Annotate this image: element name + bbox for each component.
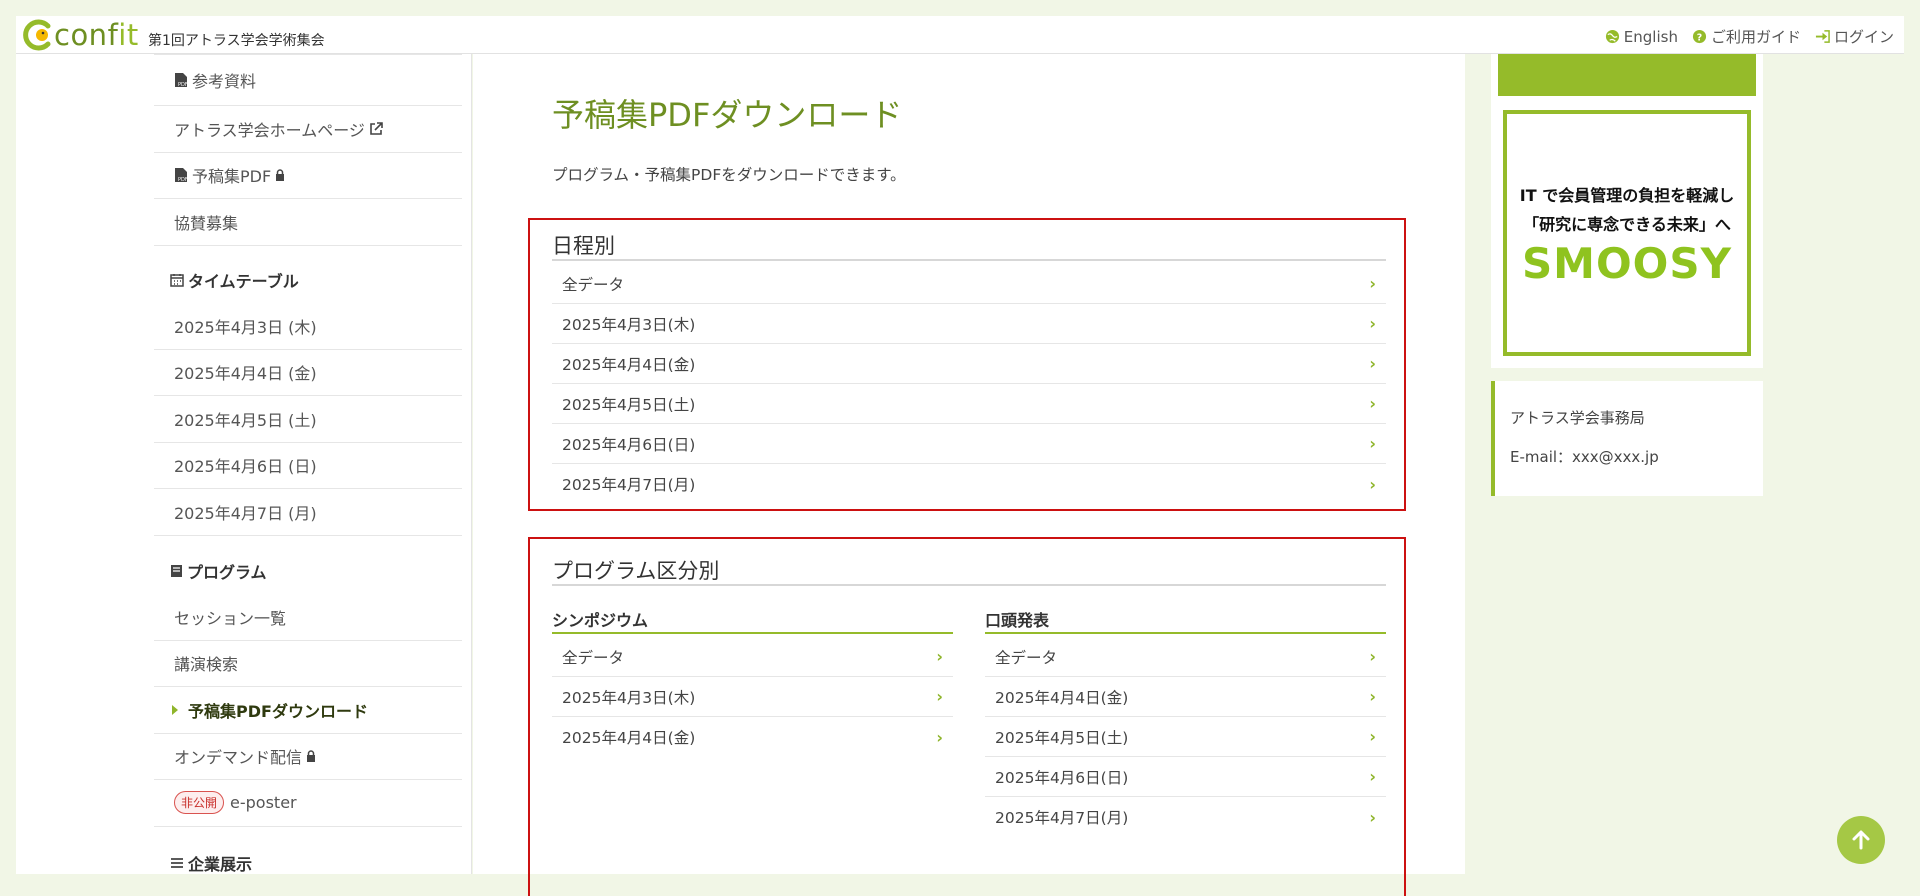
chevron-right-icon: › xyxy=(1369,727,1376,746)
chevron-right-icon: › xyxy=(1369,647,1376,666)
oral-row-0404[interactable]: 2025年4月4日(金) › xyxy=(985,677,1386,717)
oral-rule xyxy=(985,632,1386,634)
chevron-right-icon: › xyxy=(1369,807,1376,827)
timetable-list: 2025年4月3日 (木) 2025年4月4日 (金) 2025年4月5日 (土… xyxy=(154,303,462,536)
oral-row-0407[interactable]: 2025年4月7日(月) › xyxy=(985,797,1386,837)
date-row-0405[interactable]: 2025年4月5日(土) › xyxy=(552,384,1386,424)
lock-icon xyxy=(307,750,316,763)
banner-line-1: IT で会員管理の負担を軽減し xyxy=(1519,186,1735,205)
top-header: confit 第1回アトラス学会学術集会 English ? ご利用ガイド ログ… xyxy=(16,16,1904,54)
login-link[interactable]: ログイン xyxy=(1815,26,1894,47)
event-title: 第1回アトラス学会学術集会 xyxy=(148,33,325,49)
by-program-rule xyxy=(552,584,1386,586)
lock-icon xyxy=(276,169,285,182)
oral-row-all[interactable]: 全データ › xyxy=(985,637,1386,677)
program-list: セッション一覧 講演検索 予稿集PDFダウンロード オンデマンド配信 非公開 e… xyxy=(154,594,462,827)
back-to-top-button[interactable] xyxy=(1837,816,1885,864)
sidebar-item-date-0405[interactable]: 2025年4月5日 (土) xyxy=(154,396,462,443)
banner-frame: IT で会員管理の負担を軽減し 「研究に専念できる未来」へ SMOOSY xyxy=(1503,110,1751,356)
symposium-title: シンポジウム xyxy=(552,611,649,630)
by-date-rule xyxy=(552,259,1386,261)
calendar-icon xyxy=(170,274,184,287)
book-icon xyxy=(171,565,182,577)
sidebar-item-search[interactable]: 講演検索 xyxy=(154,641,462,687)
contact-email[interactable]: E-mail：xxx@xxx.jp xyxy=(1510,446,1659,467)
svg-text:PDF: PDF xyxy=(178,82,188,88)
confit-logo[interactable]: confit xyxy=(20,18,139,52)
page-title: 予稿集PDFダウンロード xyxy=(552,96,903,134)
sidebar-item-on-demand[interactable]: オンデマンド配信 xyxy=(154,734,462,780)
chevron-right-icon: › xyxy=(1369,687,1376,706)
exhibit-heading[interactable]: 企業展示 xyxy=(170,851,252,875)
external-link-icon xyxy=(370,121,383,135)
contact-org: アトラス学会事務局 xyxy=(1510,409,1645,427)
sidebar-item-homepage[interactable]: アトラス学会ホームページ xyxy=(154,106,462,153)
date-row-0404[interactable]: 2025年4月4日(金) › xyxy=(552,344,1386,384)
arrow-up-icon xyxy=(1852,830,1870,850)
globe-icon xyxy=(1605,29,1619,44)
svg-text:?: ? xyxy=(1697,32,1702,43)
chevron-right-icon: › xyxy=(1369,434,1376,453)
sidebar-item-sponsorship[interactable]: 協賛募集 xyxy=(154,199,462,246)
chevron-right-icon: › xyxy=(936,727,943,747)
by-program-title: プログラム区分別 xyxy=(552,559,720,583)
date-row-0403[interactable]: 2025年4月3日(木) › xyxy=(552,304,1386,344)
banner-line-2: 「研究に専念できる未来」へ xyxy=(1523,215,1731,234)
help-icon: ? xyxy=(1692,29,1707,43)
by-program-section: プログラム区分別 シンポジウム 全データ › 2025年4月3日(木) › 2025… xyxy=(528,537,1406,896)
sponsor-banner[interactable]: IT で会員管理の負担を軽減し 「研究に専念できる未来」へ SMOOSY xyxy=(1491,54,1763,368)
intro-text: プログラム・予稿集PDFをダウンロードできます。 xyxy=(552,166,906,184)
chevron-right-icon: › xyxy=(1369,394,1376,413)
sidebar-item-e-poster[interactable]: 非公開 e-poster xyxy=(154,780,462,827)
symposium-row-0404[interactable]: 2025年4月4日(金) › xyxy=(552,717,953,757)
main-content: 予稿集PDFダウンロード プログラム・予稿集PDFをダウンロードできます。 日程… xyxy=(473,54,1465,896)
pdf-icon: PDF xyxy=(175,73,188,88)
program-heading: プログラム xyxy=(170,559,267,583)
english-link[interactable]: English xyxy=(1605,26,1678,47)
header-links: English ? ご利用ガイド ログイン xyxy=(1605,26,1894,47)
sidebar-top-list: PDF 参考資料 アトラス学会ホームページ PDF 予稿集PDF 協賛募集 xyxy=(154,54,462,246)
sidebar-item-pdf-download[interactable]: 予稿集PDFダウンロード xyxy=(154,687,462,734)
date-row-all[interactable]: 全データ › xyxy=(552,264,1386,304)
pdf-icon: PDF xyxy=(175,168,188,183)
chevron-right-icon: › xyxy=(1369,767,1376,786)
sidebar-item-date-0403[interactable]: 2025年4月3日 (木) xyxy=(154,303,462,350)
smoosy-logo: SMOOSY xyxy=(1521,238,1733,288)
sidebar-item-date-0407[interactable]: 2025年4月7日 (月) xyxy=(154,489,462,536)
banner-top-bar xyxy=(1498,54,1756,96)
sidebar-item-reference[interactable]: PDF 参考資料 xyxy=(154,55,462,106)
oral-row-0406[interactable]: 2025年4月6日(日) › xyxy=(985,757,1386,797)
oral-row-0405[interactable]: 2025年4月5日(土) › xyxy=(985,717,1386,757)
chevron-right-icon: › xyxy=(936,647,943,666)
by-date-title: 日程別 xyxy=(552,234,615,258)
by-date-section: 日程別 全データ › 2025年4月3日(木) › 2025年4月4日(金) › 20… xyxy=(528,218,1406,511)
date-row-0407[interactable]: 2025年4月7日(月) › xyxy=(552,464,1386,504)
symposium-row-0403[interactable]: 2025年4月3日(木) › xyxy=(552,677,953,717)
sidebar-item-proceedings-pdf[interactable]: PDF 予稿集PDF xyxy=(154,153,462,199)
oral-title: 口頭発表 xyxy=(985,611,1050,630)
symposium-rule xyxy=(552,632,953,634)
sidebar-item-date-0406[interactable]: 2025年4月6日 (日) xyxy=(154,443,462,489)
chevron-right-icon: › xyxy=(1369,354,1376,373)
left-sidebar: PDF 参考資料 アトラス学会ホームページ PDF 予稿集PDF 協賛募集 タイ… xyxy=(16,54,472,874)
active-indicator-icon xyxy=(172,704,178,715)
guide-link[interactable]: ? ご利用ガイド xyxy=(1692,26,1801,47)
date-row-0406[interactable]: 2025年4月6日(日) › xyxy=(552,424,1386,464)
chevron-right-icon: › xyxy=(1369,474,1376,494)
contact-box: アトラス学会事務局 E-mail：xxx@xxx.jp xyxy=(1491,381,1763,496)
sidebar-item-date-0404[interactable]: 2025年4月4日 (金) xyxy=(154,350,462,396)
timetable-heading: タイムテーブル xyxy=(170,268,299,292)
logo-text: confit xyxy=(54,18,139,52)
login-icon xyxy=(1815,30,1830,43)
symposium-row-all[interactable]: 全データ › xyxy=(552,637,953,677)
sidebar-item-sessions[interactable]: セッション一覧 xyxy=(154,594,462,641)
svg-text:PDF: PDF xyxy=(178,177,188,183)
chevron-right-icon: › xyxy=(1369,314,1376,333)
private-badge: 非公開 xyxy=(174,791,225,815)
chevron-right-icon: › xyxy=(1369,274,1376,293)
chevron-right-icon: › xyxy=(936,687,943,706)
menu-icon xyxy=(171,858,183,868)
logo-mark-icon xyxy=(23,19,51,51)
